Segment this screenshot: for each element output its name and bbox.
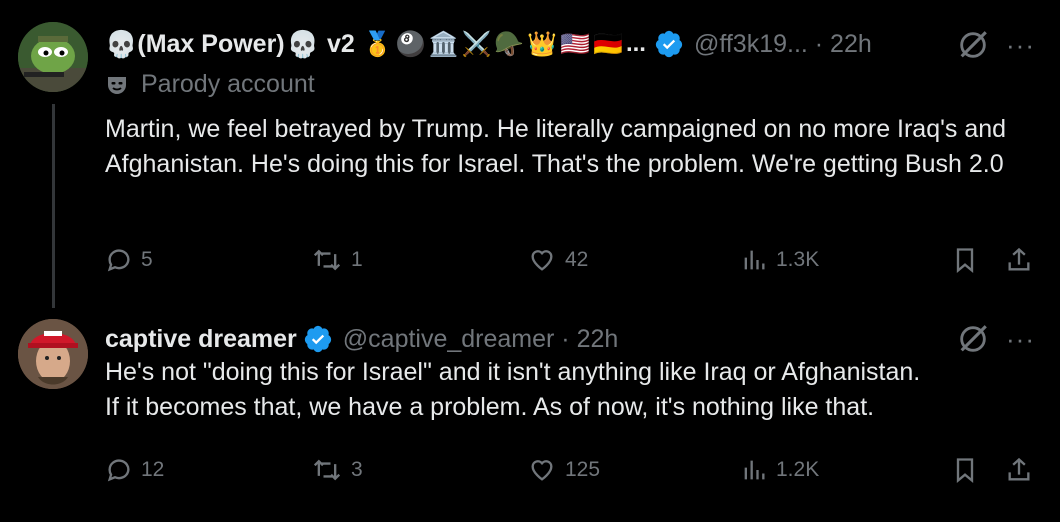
repost-icon [313, 459, 341, 481]
avatar[interactable] [18, 319, 88, 389]
tweet-text: He's not "doing this for Israel" and it … [105, 355, 1025, 425]
like-button[interactable]: 42 [527, 240, 588, 280]
tweet-header: captive dreamer @captive_dreamer · 22h [105, 319, 618, 359]
helmet-icon: 🪖 [494, 30, 525, 58]
display-name-suffix[interactable]: v2 [327, 30, 355, 59]
share-icon [1008, 247, 1030, 271]
medal-icon: 🥇 [362, 30, 393, 58]
views-icon [744, 460, 765, 480]
share-button[interactable] [1005, 240, 1041, 280]
share-button[interactable] [1005, 450, 1041, 490]
mask-icon [108, 76, 126, 94]
views-icon [744, 250, 765, 270]
reply-count: 5 [141, 248, 153, 271]
tweet-actions: 5 1 42 1.3K [105, 240, 1060, 280]
verified-badge-icon[interactable] [654, 29, 684, 59]
view-count: 1.2K [776, 458, 820, 481]
grok-icon[interactable] [956, 28, 990, 62]
tweet-text-line: He's not "doing this for Israel" and it … [105, 358, 921, 386]
tweet-1[interactable]: 💀 (Max Power) 💀 v2 🥇 🎱 🏛️ ⚔️ 🪖 👑 🇺🇸 🇩🇪 .… [0, 0, 1060, 296]
badges-ellipsis: ... [625, 30, 646, 57]
bookmark-icon [956, 458, 974, 483]
bookmark-button[interactable] [951, 240, 987, 280]
crossed-swords-icon: ⚔️ [461, 30, 492, 58]
parody-text: Parody account [141, 70, 315, 98]
tweet-actions: 12 3 125 1.2K [105, 450, 1060, 490]
tweet-2[interactable]: captive dreamer @captive_dreamer · 22h ·… [0, 296, 1060, 522]
display-name[interactable]: (Max Power) [137, 30, 284, 59]
eight-ball-icon: 🎱 [395, 30, 426, 58]
reply-icon [107, 249, 130, 272]
skull-icon: 💀 [105, 29, 138, 59]
grok-icon[interactable] [956, 322, 990, 356]
verified-badge-icon[interactable] [303, 324, 333, 354]
view-count: 1.3K [776, 248, 820, 271]
views-button[interactable]: 1.2K [740, 450, 819, 490]
more-options-icon[interactable]: ··· [1006, 324, 1035, 355]
handle-and-time[interactable]: @captive_dreamer · 22h [343, 325, 619, 354]
reply-count: 12 [141, 458, 165, 481]
repost-button[interactable]: 1 [311, 240, 363, 280]
handle-and-time[interactable]: @ff3k19... · 22h [694, 30, 872, 59]
parody-label: Parody account [105, 70, 315, 99]
heart-icon [531, 250, 553, 271]
emoji-badges: 🥇 🎱 🏛️ ⚔️ 🪖 👑 🇺🇸 🇩🇪 ... [363, 30, 646, 59]
crown-icon: 👑 [527, 30, 558, 58]
views-button[interactable]: 1.3K [740, 240, 819, 280]
repost-button[interactable]: 3 [311, 450, 363, 490]
heart-icon [531, 460, 553, 481]
us-flag-icon: 🇺🇸 [560, 30, 591, 58]
repost-icon [313, 249, 341, 271]
tweet-header: 💀 (Max Power) 💀 v2 🥇 🎱 🏛️ ⚔️ 🪖 👑 🇺🇸 🇩🇪 .… [105, 24, 872, 64]
bookmark-button[interactable] [951, 450, 987, 490]
tweet-text: Martin, we feel betrayed by Trump. He li… [105, 115, 1007, 178]
like-button[interactable]: 125 [527, 450, 600, 490]
reply-button[interactable]: 12 [105, 450, 164, 490]
repost-count: 1 [351, 248, 363, 271]
germany-flag-icon: 🇩🇪 [593, 30, 623, 58]
reply-icon [107, 459, 130, 482]
coin-icon: 🏛️ [428, 30, 459, 58]
reply-button[interactable]: 5 [105, 240, 153, 280]
share-icon [1008, 457, 1030, 481]
bookmark-icon [956, 248, 974, 273]
skull-icon: 💀 [286, 29, 320, 59]
avatar[interactable] [18, 22, 88, 92]
tweet-text-line: If it becomes that, we have a problem. A… [105, 393, 875, 421]
display-name[interactable]: captive dreamer [105, 325, 297, 354]
like-count: 125 [565, 458, 601, 481]
repost-count: 3 [351, 458, 363, 481]
like-count: 42 [565, 248, 589, 271]
more-options-icon[interactable]: ··· [1006, 30, 1035, 61]
